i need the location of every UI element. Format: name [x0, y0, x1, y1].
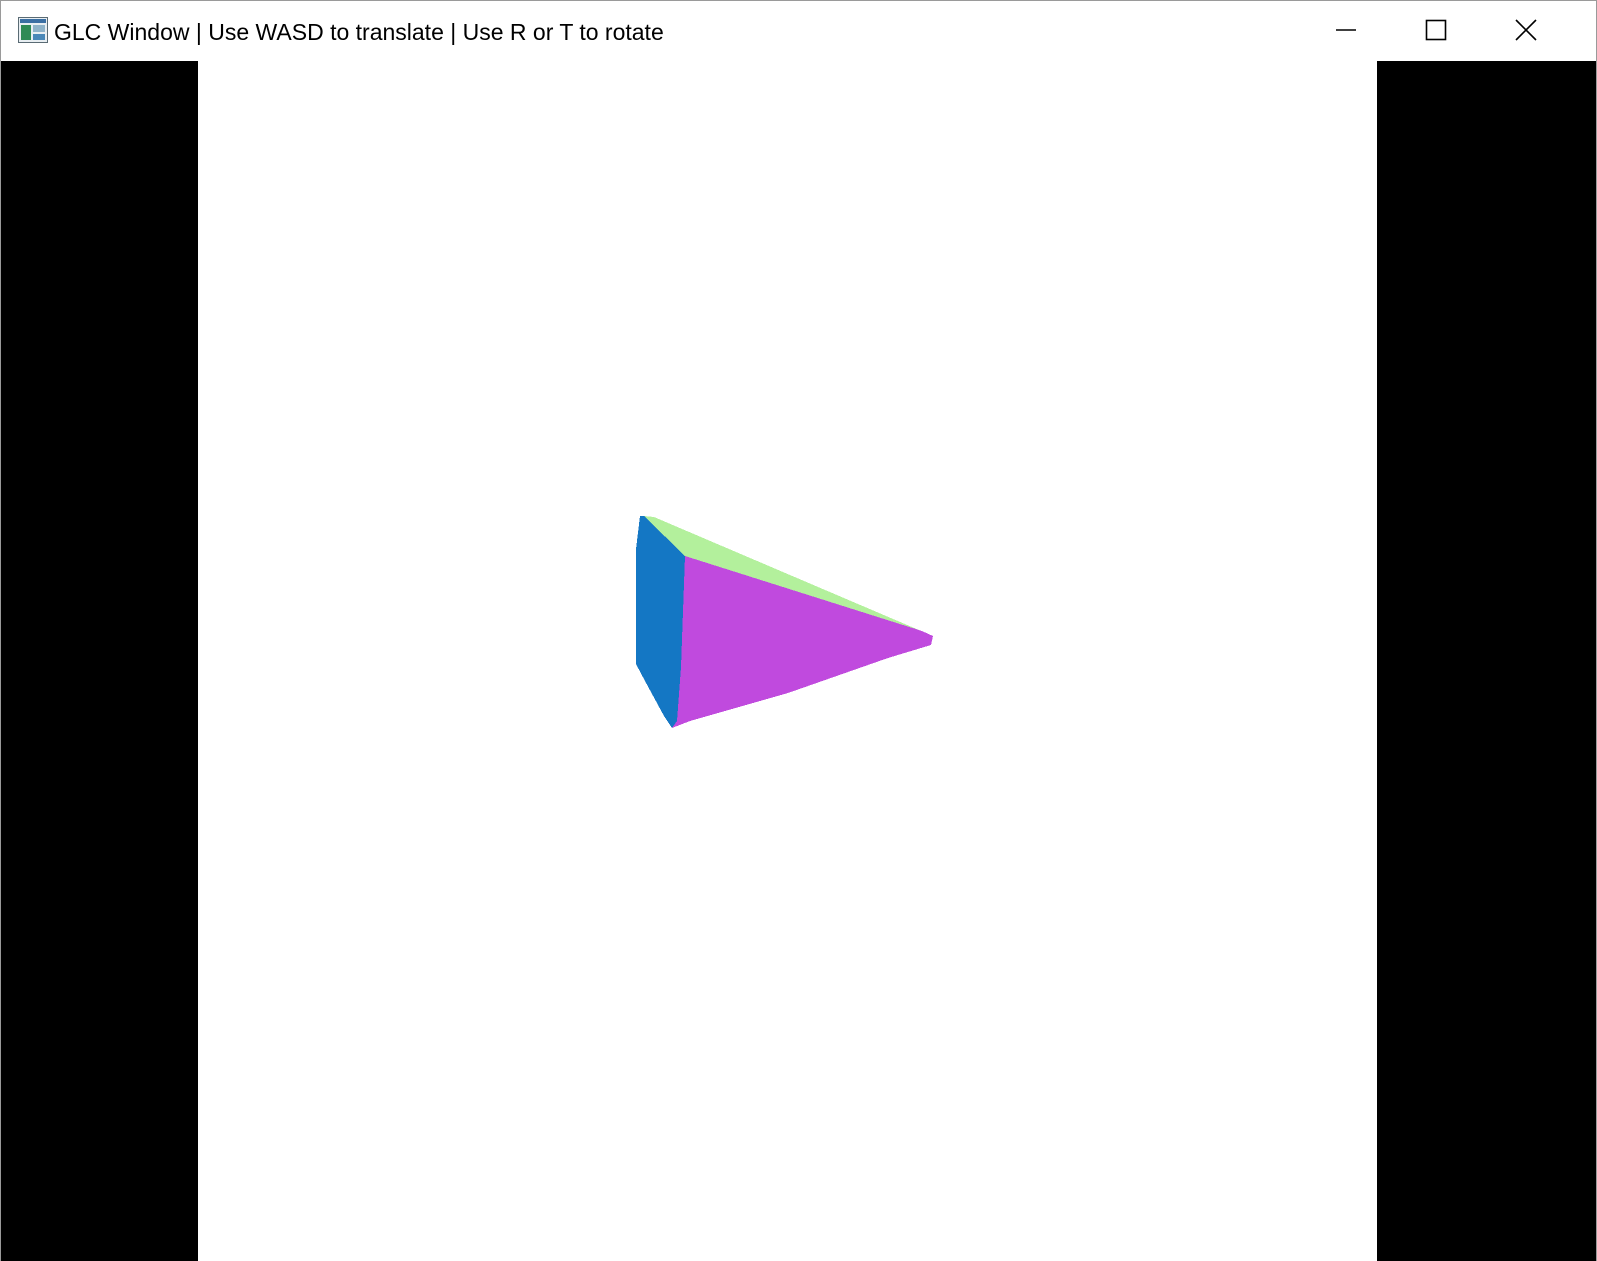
app-window-icon	[18, 17, 48, 43]
title-bar[interactable]: GLC Window | Use WASD to translate | Use…	[1, 1, 1596, 61]
close-icon	[1515, 19, 1537, 41]
window-title: GLC Window | Use WASD to translate | Use…	[54, 19, 664, 45]
maximize-icon	[1425, 19, 1447, 41]
app-window: GLC Window | Use WASD to translate | Use…	[0, 0, 1597, 1261]
maximize-button[interactable]	[1391, 1, 1481, 59]
gl-client-area[interactable]	[1, 61, 1596, 1261]
pyramid-render	[636, 516, 933, 728]
minimize-button[interactable]	[1301, 1, 1391, 59]
minimize-icon	[1336, 29, 1356, 31]
gl-viewport[interactable]	[198, 61, 1377, 1261]
close-button[interactable]	[1481, 1, 1571, 59]
